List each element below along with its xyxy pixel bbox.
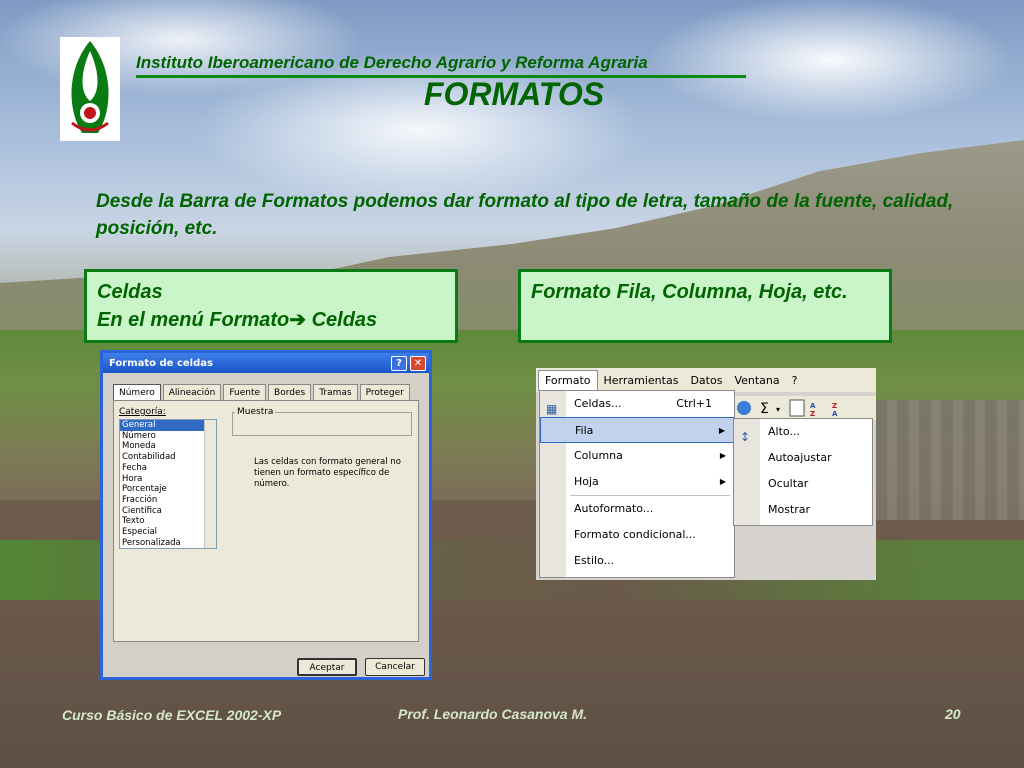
submenu-arrow-icon: ▶: [719, 477, 726, 486]
category-item[interactable]: Porcentaje: [120, 484, 216, 495]
category-item[interactable]: Hora: [120, 474, 216, 485]
menu-item-formato-condicional[interactable]: Formato condicional...: [540, 522, 734, 548]
sample-label: Muestra: [235, 407, 276, 417]
footer-author: Prof. Leonardo Casanova M.: [398, 706, 588, 722]
menu-item-label: Fila: [575, 424, 594, 437]
tab-bordes[interactable]: Bordes: [268, 384, 312, 401]
tab-alineacion[interactable]: Alineación: [162, 384, 222, 401]
menu-item-shortcut: Ctrl+1: [676, 397, 712, 410]
cancel-button[interactable]: Cancelar: [365, 658, 425, 676]
submenu-item-alto[interactable]: ↕ Alto...: [734, 419, 872, 445]
dialog-tabs: Número Alineación Fuente Bordes Tramas P…: [113, 384, 412, 401]
fila-submenu: ↕ Alto... Autoajustar Ocultar Mostrar: [733, 418, 873, 526]
tab-tramas[interactable]: Tramas: [313, 384, 358, 401]
institution-name: Instituto Iberoamericano de Derecho Agra…: [136, 53, 746, 78]
help-button[interactable]: ?: [391, 356, 407, 371]
svg-text:Z: Z: [810, 410, 815, 418]
celdas-box-title: Celdas: [97, 281, 163, 303]
tab-numero[interactable]: Número: [113, 384, 161, 401]
category-item[interactable]: Personalizada: [120, 538, 216, 549]
submenu-item-ocultar[interactable]: Ocultar: [734, 471, 872, 497]
submenu-arrow-icon: ▶: [719, 451, 726, 460]
submenu-item-label: Ocultar: [768, 477, 809, 490]
submenu-arrow-icon: ▶: [718, 426, 725, 435]
page-title: FORMATOS: [423, 76, 605, 112]
svg-text:A: A: [832, 410, 838, 418]
format-menu-screenshot: Formato Herramientas Datos Ventana ? Σ ▾…: [536, 368, 876, 580]
menu-bar: Formato Herramientas Datos Ventana ?: [536, 368, 876, 392]
category-item[interactable]: Fracción: [120, 495, 216, 506]
menu-herramientas[interactable]: Herramientas: [598, 371, 685, 390]
celdas-path-prefix: En el menú Formato: [97, 309, 290, 331]
toolbar-fragment: Σ ▾ A Z Z A: [732, 396, 876, 420]
celdas-box: Celdas En el menú Formato➔ Celdas: [84, 269, 458, 343]
menu-item-label: Hoja: [574, 475, 599, 488]
tab-fuente[interactable]: Fuente: [223, 384, 267, 401]
submenu-item-mostrar[interactable]: Mostrar: [734, 497, 872, 523]
fila-box: Formato Fila, Columna, Hoja, etc.: [518, 269, 892, 343]
svg-text:▾: ▾: [776, 405, 780, 414]
category-scrollbar[interactable]: [204, 420, 216, 548]
menu-item-label: Columna: [574, 449, 623, 462]
menu-item-label: Autoformato...: [574, 502, 654, 515]
menu-formato[interactable]: Formato: [538, 369, 598, 391]
menu-item-estilo[interactable]: Estilo...: [540, 548, 734, 574]
dialog-title: Formato de celdas: [109, 358, 213, 369]
menu-item-fila[interactable]: Fila ▶: [540, 417, 734, 443]
fila-box-text: Formato Fila, Columna, Hoja, etc.: [531, 281, 848, 303]
intro-text: Desde la Barra de Formatos podemos dar f…: [96, 191, 954, 239]
menu-item-label: Formato condicional...: [574, 528, 696, 541]
footer-course: Curso Básico de EXCEL 2002-XP: [62, 707, 282, 723]
category-item[interactable]: General: [120, 420, 216, 431]
menu-item-hoja[interactable]: Hoja ▶: [540, 469, 734, 495]
format-description: Las celdas con formato general no tienen…: [254, 457, 401, 489]
menu-ventana[interactable]: Ventana: [728, 371, 785, 390]
submenu-item-label: Mostrar: [768, 503, 811, 516]
format-cells-dialog: Formato de celdas ? ✕ Número Alineación …: [100, 350, 432, 680]
close-button[interactable]: ✕: [410, 356, 426, 371]
dialog-panel: Categoría: General Número Moneda Contabi…: [113, 400, 419, 642]
submenu-item-label: Alto...: [768, 425, 800, 438]
category-item[interactable]: Especial: [120, 527, 216, 538]
category-label: Categoría:: [119, 407, 166, 417]
menu-item-columna[interactable]: Columna ▶: [540, 443, 734, 469]
celdas-path-suffix: Celdas: [306, 309, 378, 331]
category-item[interactable]: Texto: [120, 516, 216, 527]
menu-datos[interactable]: Datos: [684, 371, 728, 390]
menu-item-autoformato[interactable]: Autoformato...: [540, 496, 734, 522]
arrow-right-icon: ➔: [289, 309, 307, 331]
tab-proteger[interactable]: Proteger: [359, 384, 410, 401]
submenu-item-autoajustar[interactable]: Autoajustar: [734, 445, 872, 471]
category-item[interactable]: Moneda: [120, 441, 216, 452]
format-dropdown: ▦ Celdas... Ctrl+1 Fila ▶ Columna ▶ Hoja…: [539, 390, 735, 578]
category-item[interactable]: Fecha: [120, 463, 216, 474]
menu-help[interactable]: ?: [786, 371, 804, 390]
svg-text:A: A: [810, 402, 816, 410]
category-item[interactable]: Científica: [120, 506, 216, 517]
celdas-box-path: En el menú Formato➔ Celdas: [97, 306, 445, 334]
accept-button[interactable]: Aceptar: [297, 658, 357, 676]
menu-item-celdas[interactable]: ▦ Celdas... Ctrl+1: [540, 391, 734, 417]
dialog-title-bar: Formato de celdas ? ✕: [103, 353, 429, 373]
svg-text:Z: Z: [832, 402, 837, 410]
category-item[interactable]: Contabilidad: [120, 452, 216, 463]
footer-page-number: 20: [945, 706, 961, 722]
background-stone-wall: [875, 400, 1024, 520]
submenu-item-label: Autoajustar: [768, 451, 832, 464]
menu-item-label: Estilo...: [574, 554, 615, 567]
svg-text:Σ: Σ: [760, 401, 769, 417]
category-list[interactable]: General Número Moneda Contabilidad Fecha…: [119, 419, 217, 549]
category-item[interactable]: Número: [120, 431, 216, 442]
menu-item-label: Celdas...: [574, 397, 622, 410]
